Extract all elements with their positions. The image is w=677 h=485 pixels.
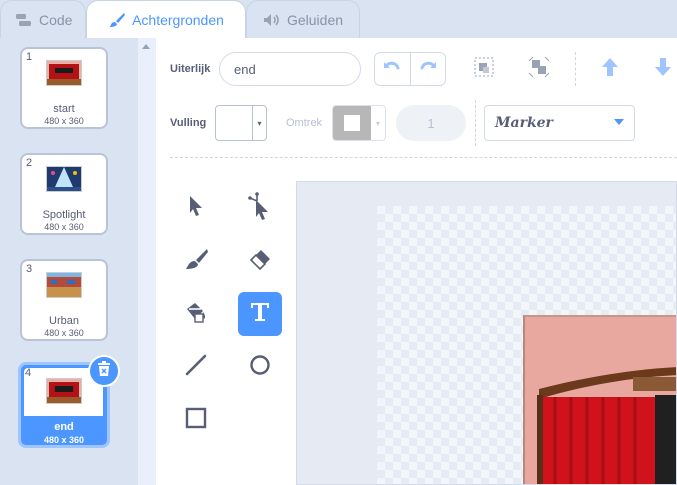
tab-sounds[interactable]: Geluiden	[246, 0, 360, 38]
backdrop-item-end[interactable]: 4 end 480 x 360	[18, 355, 120, 448]
group-icon	[472, 55, 496, 84]
font-value: Marker	[495, 115, 553, 131]
backdrop-thumbnail	[46, 378, 82, 404]
backdrop-thumbnail	[46, 272, 82, 298]
redo-button[interactable]	[409, 53, 446, 85]
backdrop-number: 4	[25, 367, 32, 379]
list-scrollbar[interactable]	[138, 38, 156, 485]
undo-icon	[383, 60, 401, 79]
paintbrush-icon	[108, 12, 126, 28]
backward-button[interactable]	[649, 55, 677, 83]
backdrop-image	[523, 315, 676, 484]
outline-color-picker[interactable]: ▾	[332, 105, 386, 141]
reshape-icon	[247, 191, 273, 225]
square-icon	[184, 406, 208, 435]
outline-label: Omtrek	[286, 117, 323, 129]
outline-dropdown-arrow-icon: ▾	[375, 118, 380, 128]
line-tool[interactable]	[174, 345, 218, 389]
forward-button[interactable]	[596, 55, 624, 83]
circle-icon	[248, 353, 272, 382]
font-dropdown[interactable]: Marker	[484, 105, 635, 141]
reshape-tool[interactable]	[238, 186, 282, 230]
eraser-tool[interactable]	[238, 239, 282, 283]
redo-icon	[419, 60, 437, 79]
backdrop-item-start[interactable]: 1 start 480 x 360	[20, 47, 108, 129]
costume-name-label: Uiterlijk	[170, 63, 211, 75]
backdrop-number: 3	[26, 263, 33, 275]
arrow-up-icon	[598, 55, 622, 84]
costume-name-value: end	[234, 61, 256, 77]
costume-name-input[interactable]: end	[219, 52, 361, 86]
line-icon	[184, 353, 208, 382]
backdrop-thumbnail	[46, 166, 82, 192]
fill-dropdown-arrow-icon: ▾	[252, 106, 266, 140]
tab-code-label: Code	[39, 11, 73, 28]
toolbar-separator	[575, 52, 576, 86]
backdrop-list: 1 start 480 x 360 2 Spotlight 480 x 360 …	[0, 38, 138, 485]
backdrop-name: start	[53, 103, 75, 115]
backdrop-size: 480 x 360	[43, 435, 85, 445]
fill-color-swatch	[216, 106, 252, 140]
backdrop-name: Urban	[49, 315, 79, 327]
backdrop-thumbnail	[46, 60, 82, 86]
select-tool[interactable]	[174, 186, 218, 230]
outline-width-value: 1	[427, 115, 435, 131]
paint-canvas[interactable]	[296, 181, 677, 485]
brush-icon	[183, 247, 209, 276]
font-dropdown-arrow-icon	[614, 119, 624, 125]
speaker-icon	[263, 13, 281, 27]
fill-color-picker[interactable]: ▾	[215, 105, 267, 141]
backdrop-name: Spotlight	[42, 209, 86, 221]
toolbar-divider	[170, 157, 677, 158]
backdrop-name: end	[54, 421, 74, 433]
brush-tool[interactable]	[174, 239, 218, 283]
arrow-down-icon	[651, 55, 675, 84]
code-blocks-icon	[15, 13, 33, 27]
paint-bucket-icon	[183, 299, 209, 330]
undo-button[interactable]	[375, 53, 410, 85]
eraser-icon	[247, 247, 273, 276]
ungroup-icon	[527, 55, 551, 84]
outline-color-swatch	[333, 106, 371, 140]
backdrop-number: 2	[26, 157, 33, 169]
backdrop-item-urban[interactable]: 3 Urban 480 x 360	[20, 259, 108, 341]
tab-backdrops-label: Achtergronden	[132, 11, 224, 28]
tab-backdrops[interactable]: Achtergronden	[86, 0, 246, 38]
fill-label: Vulling	[170, 117, 207, 129]
text-t-icon	[248, 300, 272, 329]
backdrop-size: 480 x 360	[44, 222, 84, 232]
delete-backdrop-button[interactable]	[88, 355, 120, 387]
paint-editor: Uiterlijk end Vulling ▾ Omtrek ▾ 1 Marke…	[156, 38, 677, 485]
undo-redo-group	[374, 52, 446, 86]
backdrop-number: 1	[26, 51, 33, 63]
trash-icon	[97, 360, 111, 382]
tab-sounds-label: Geluiden	[286, 11, 344, 28]
backdrop-size: 480 x 360	[44, 328, 84, 338]
circle-tool[interactable]	[238, 345, 282, 389]
outline-width-input[interactable]: 1	[396, 105, 466, 141]
group-button[interactable]	[470, 55, 498, 83]
text-tool[interactable]	[238, 292, 282, 336]
backdrop-size: 480 x 360	[44, 116, 84, 126]
tab-bar: Code Achtergronden Geluiden	[0, 0, 677, 38]
fill-tool[interactable]	[174, 292, 218, 336]
rectangle-tool[interactable]	[174, 398, 218, 442]
toolbar-separator	[475, 100, 476, 146]
backdrop-item-spotlight[interactable]: 2 Spotlight 480 x 360	[20, 153, 108, 235]
select-arrow-icon	[185, 194, 207, 223]
scroll-up-arrow-icon[interactable]	[142, 44, 150, 49]
tab-code[interactable]: Code	[0, 0, 86, 38]
ungroup-button[interactable]	[525, 55, 553, 83]
